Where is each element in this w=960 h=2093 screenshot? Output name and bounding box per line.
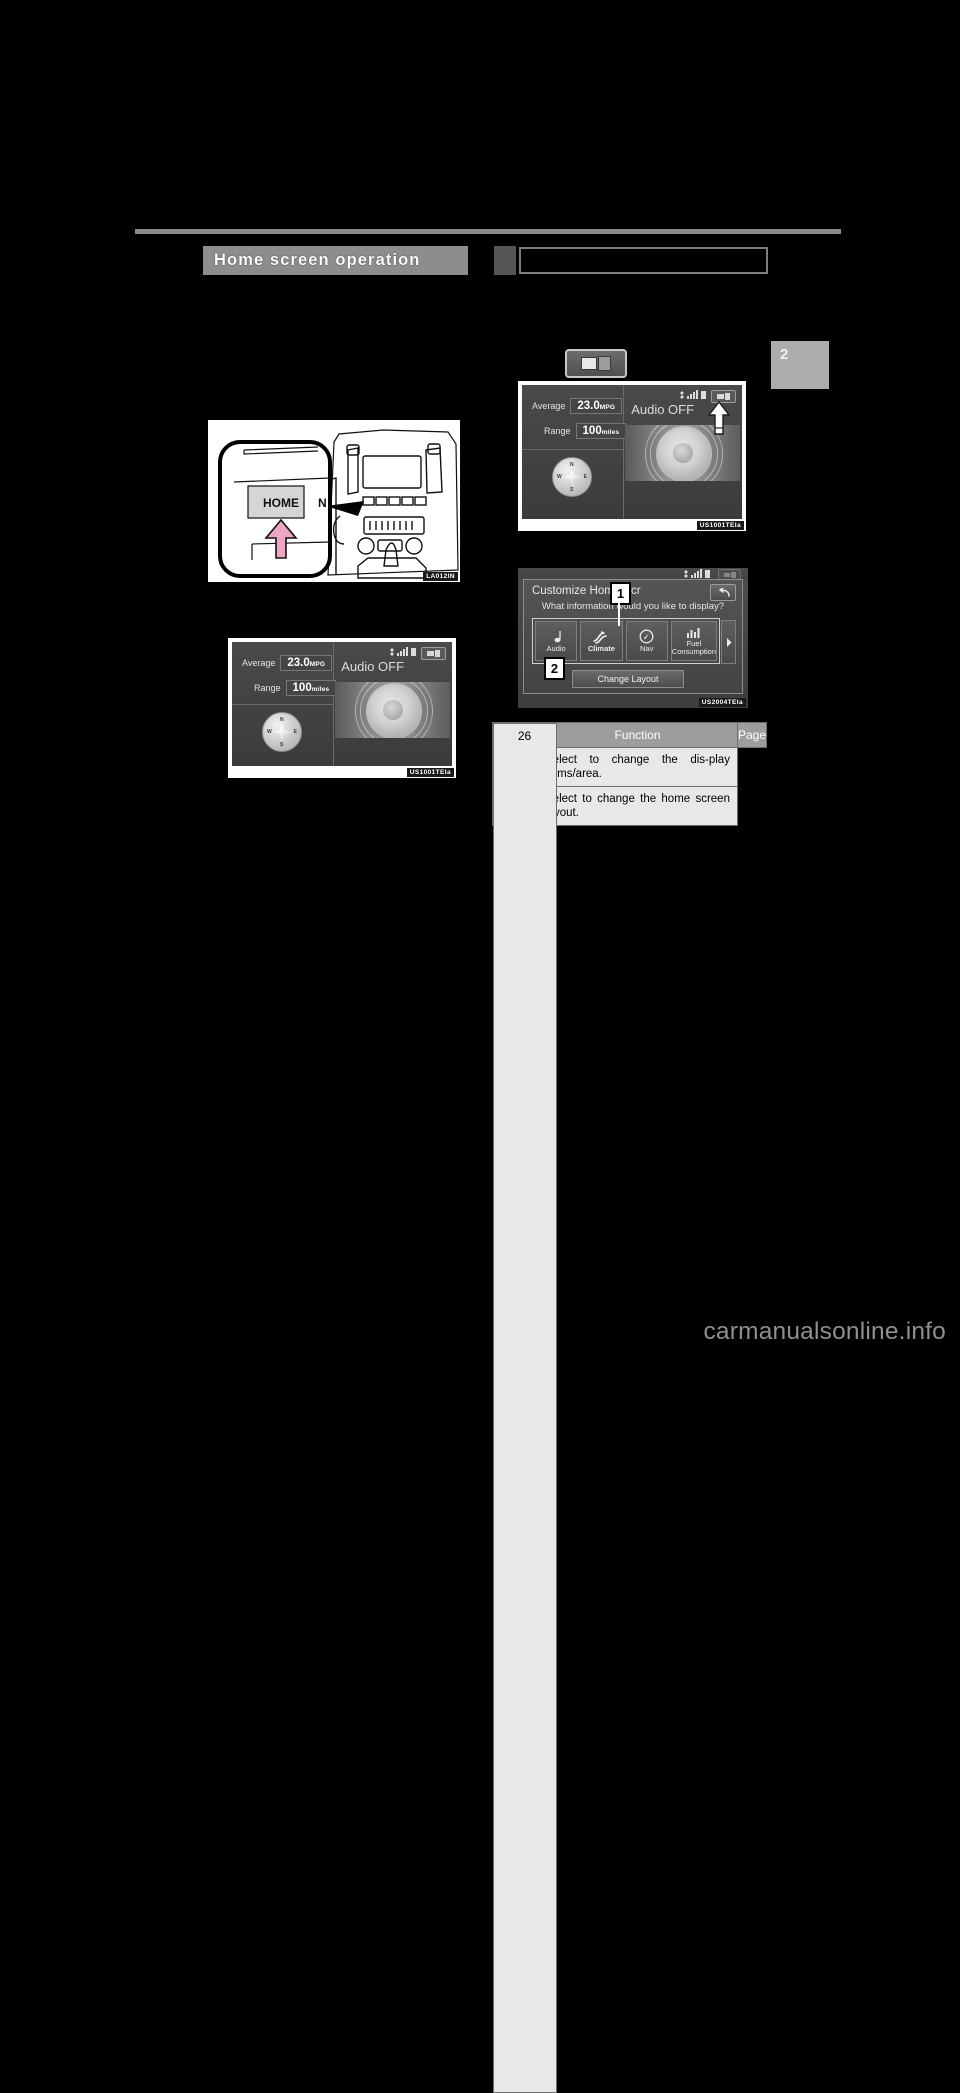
reference-table: No. Function Page 1 Select to change the… [492, 722, 768, 2093]
chevron-right-icon [726, 637, 731, 647]
change-layout-button[interactable]: Change Layout [572, 670, 684, 688]
figure-code-home-screen-right: US1001TEIa [696, 521, 744, 530]
tile-nav[interactable]: Nav [625, 621, 668, 661]
tile-climate-label: Climate [587, 643, 615, 653]
compass-nav-icon [639, 629, 654, 644]
range-label-2: Range [544, 426, 571, 436]
status-bar [390, 647, 416, 656]
callout-badge-2: 2 [544, 657, 565, 680]
figure-code-dashboard: LA012IN [423, 572, 458, 581]
tile-audio[interactable]: Audio [535, 621, 578, 661]
range-label: Range [254, 683, 281, 693]
speaker-image [335, 682, 450, 738]
th-function: Function [537, 722, 738, 748]
bluetooth-icon-2 [680, 391, 684, 399]
signal-icon-2 [687, 390, 698, 399]
figure-home-screen-right: Average 23.0MPG Range 100miles N E S W A… [518, 381, 746, 531]
callout-up-arrow [708, 401, 730, 435]
chapter-tab: 2 [771, 341, 829, 389]
audio-status-text: Audio OFF [341, 659, 405, 674]
average-value-box: 23.0MPG [280, 655, 333, 671]
bluetooth-icon [390, 648, 394, 656]
average-label-2: Average [532, 401, 566, 411]
battery-icon-3 [705, 570, 710, 578]
status-bar-3 [684, 569, 710, 578]
bar-chart-icon [686, 628, 700, 638]
music-note-icon [554, 630, 561, 642]
battery-icon-2 [701, 391, 706, 399]
compass-widget[interactable]: N E S W [262, 712, 302, 752]
section-title-right-placeholder [494, 246, 768, 275]
airflow-icon [593, 630, 608, 644]
signal-icon-3 [691, 569, 702, 578]
tile-climate[interactable]: Climate [580, 621, 623, 661]
home-screen-info-pane: Average 23.0MPG Range 100miles N E S W [232, 642, 337, 766]
next-page-button[interactable] [721, 620, 736, 664]
average-label: Average [242, 658, 276, 668]
table-row: 2 Select to change the home screen layou… [492, 722, 767, 2093]
tile-audio-label: Audio [546, 643, 566, 653]
screen-layout-icon-callout [565, 349, 627, 378]
section-title-right-box [519, 247, 768, 274]
figure-home-screen-left: Average 23.0MPG Range 100miles N E S W A… [228, 638, 456, 778]
bluetooth-icon-3 [684, 570, 688, 578]
tile-nav-label: Nav [639, 644, 654, 653]
section-title-home-screen-operation: Home screen operation [203, 246, 468, 275]
callout-leader-line-1 [618, 601, 620, 626]
signal-icon [397, 647, 408, 656]
battery-icon [411, 648, 416, 656]
section-marker-square [494, 246, 516, 275]
compass-widget-2[interactable]: N E S W [552, 457, 592, 497]
average-value-box-2: 23.0MPG [570, 398, 623, 414]
row-2-function: Select to change the home screen layout. [537, 786, 738, 826]
home-screen-audio-pane: Audio OFF [333, 642, 452, 766]
figure-code-home-screen-left: US1001TEIa [406, 768, 454, 777]
tile-fuel-consumption[interactable]: Fuel Consumption [670, 621, 717, 661]
status-bar-2 [680, 390, 706, 399]
tile-fuel-consumption-label: Fuel Consumption [671, 639, 716, 656]
chapter-tab-number: 2 [780, 346, 789, 363]
range-value-box: 100miles [285, 680, 337, 696]
svg-text:HOME: HOME [263, 496, 299, 510]
svg-text:N: N [318, 496, 327, 510]
return-arrow-icon [718, 587, 730, 597]
row-1-function: Select to change the dis-play items/area… [537, 747, 738, 787]
site-watermark: carmanualsonline.info [703, 1318, 946, 1345]
audio-status-text-2: Audio OFF [631, 402, 695, 417]
header-rule [135, 229, 841, 234]
manual-page: Home screen operation 2 HOME N LA012IN A… [0, 0, 960, 2093]
customize-dialog-subtitle: What information would you like to displ… [541, 601, 725, 612]
home-screen-info-pane-2: Average 23.0MPG Range 100miles N E S W [522, 385, 627, 519]
th-page: Page [736, 722, 768, 748]
range-value-box-2: 100miles [575, 423, 627, 439]
screen-layout-icon[interactable] [421, 647, 446, 660]
figure-customize-home-screen: Customize Home Scr What information woul… [518, 568, 748, 708]
callout-badge-1: 1 [610, 582, 631, 605]
figure-code-customize: US2004TEIa [698, 698, 746, 707]
figure-dashboard-home-button: HOME N LA012IN [205, 417, 463, 585]
row-2-page: 26 [492, 722, 557, 2093]
back-button[interactable] [710, 584, 736, 601]
